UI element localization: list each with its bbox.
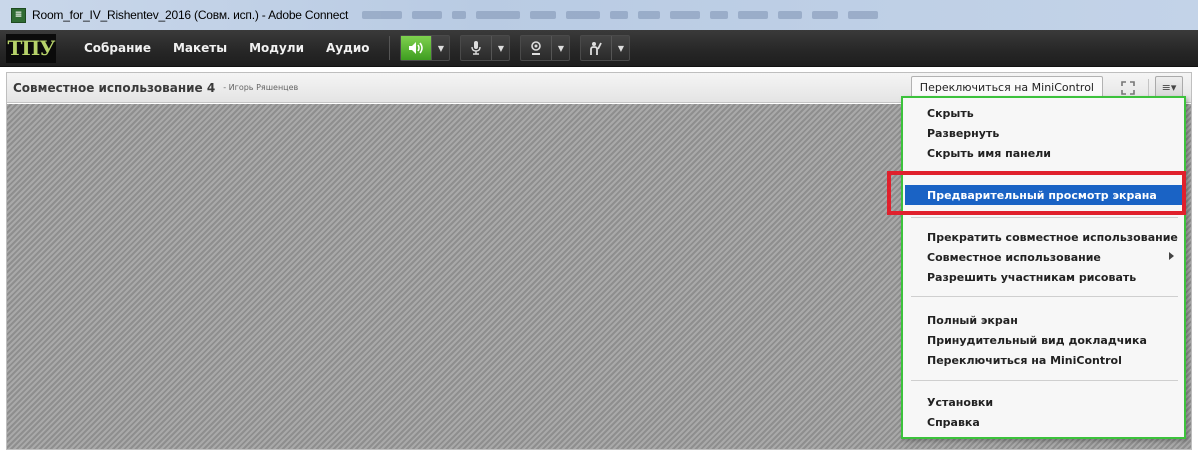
menu-force-presenter-view[interactable]: Принудительный вид докладчика: [905, 330, 1184, 350]
menu-layouts[interactable]: Макеты: [173, 41, 227, 55]
speaker-dropdown-icon[interactable]: ▼: [431, 36, 449, 60]
menu-maximize[interactable]: Развернуть: [905, 123, 1184, 143]
menubar-divider: [389, 36, 391, 60]
highlight-annotation: [887, 171, 1186, 215]
menu-audio[interactable]: Аудио: [326, 41, 369, 55]
submenu-arrow-icon: [1169, 252, 1174, 260]
raise-hand-dropdown-icon[interactable]: ▼: [611, 36, 629, 60]
menu-hide-pod-title[interactable]: Скрыть имя панели: [905, 143, 1184, 163]
speaker-icon[interactable]: [401, 36, 432, 60]
pod-presenter: - Игорь Ряшенцев: [223, 83, 299, 92]
menu-separator: [911, 296, 1178, 297]
menu-modules[interactable]: Модули: [249, 41, 304, 55]
app-icon: ≡: [11, 7, 26, 23]
menu-separator: [911, 380, 1178, 381]
raise-hand-icon[interactable]: [581, 36, 611, 60]
window-title: Room_for_IV_Rishentev_2016 (Совм. исп.) …: [32, 8, 349, 22]
main-menubar: ТПУ Собрание Макеты Модули Аудио ▼ ▼ ▼ ▼: [0, 30, 1198, 67]
microphone-icon[interactable]: [461, 36, 491, 60]
menu-preferences[interactable]: Установки: [905, 392, 1184, 412]
menu-share-label: Совместное использование: [927, 250, 1101, 264]
adobe-connect-window: ≡ Room_for_IV_Rishentev_2016 (Совм. исп.…: [0, 0, 1198, 450]
webcam-dropdown-icon[interactable]: ▼: [551, 36, 569, 60]
menu-hide[interactable]: Скрыть: [905, 103, 1184, 123]
menu-allow-drawing[interactable]: Разрешить участникам рисовать: [905, 267, 1184, 287]
blurred-toolbar: [362, 11, 879, 19]
raise-hand-control[interactable]: ▼: [580, 35, 631, 61]
menu-meeting[interactable]: Собрание: [84, 41, 151, 55]
menu-help[interactable]: Справка: [905, 412, 1184, 432]
menu-switch-minicontrol[interactable]: Переключиться на MiniControl: [905, 350, 1184, 370]
menu-full-screen[interactable]: Полный экран: [905, 310, 1184, 330]
webcam-control[interactable]: ▼: [520, 35, 571, 61]
menu-share-submenu[interactable]: Совместное использование: [905, 247, 1184, 267]
menu-stop-sharing[interactable]: Прекратить совместное использование: [905, 227, 1184, 247]
tpu-logo: ТПУ: [6, 33, 56, 63]
pod-title: Совместное использование 4: [13, 80, 216, 95]
pod-options-menu: Скрыть Развернуть Скрыть имя панели Пред…: [901, 96, 1186, 439]
webcam-icon[interactable]: [521, 36, 551, 60]
menu-separator: [911, 217, 1178, 218]
microphone-dropdown-icon[interactable]: ▼: [491, 36, 509, 60]
header-divider: [1148, 79, 1149, 97]
microphone-control[interactable]: ▼: [460, 35, 511, 61]
title-bar: ≡ Room_for_IV_Rishentev_2016 (Совм. исп.…: [0, 0, 1198, 30]
speaker-control[interactable]: ▼: [400, 35, 451, 61]
